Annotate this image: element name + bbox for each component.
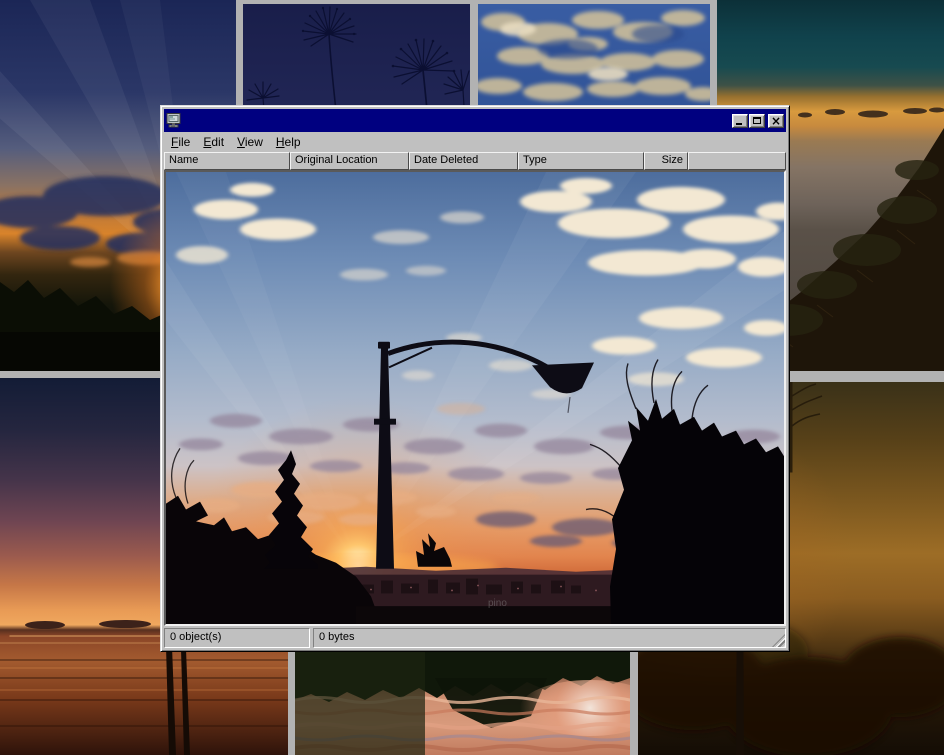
window-controls: × <box>732 114 784 128</box>
column-header-empty[interactable] <box>688 152 786 170</box>
close-button[interactable]: × <box>768 114 784 128</box>
column-headers: Name Original Location Date Deleted Type… <box>164 152 786 170</box>
minimize-button[interactable] <box>732 114 748 128</box>
status-object-count: 0 object(s) <box>164 628 310 648</box>
close-icon: × <box>771 116 781 126</box>
menu-bar: File Edit View Help <box>164 132 786 152</box>
maximize-button[interactable] <box>749 114 765 128</box>
menu-edit[interactable]: Edit <box>197 133 231 151</box>
sunset-photo: pino <box>166 172 784 624</box>
status-size: 0 bytes <box>319 631 354 643</box>
column-header-date-deleted[interactable]: Date Deleted <box>409 152 518 170</box>
computer-icon <box>166 113 182 129</box>
window-titlebar[interactable]: × <box>164 109 786 132</box>
maximize-icon <box>753 117 761 124</box>
minimize-icon <box>736 123 742 125</box>
photo-watermark: pino <box>488 598 507 609</box>
column-header-name[interactable]: Name <box>164 152 290 170</box>
file-list-area[interactable]: pino <box>164 170 786 626</box>
menu-help[interactable]: Help <box>270 133 308 151</box>
status-size-panel: 0 bytes <box>313 628 786 648</box>
status-bar: 0 object(s) 0 bytes <box>164 628 786 648</box>
column-header-size[interactable]: Size <box>644 152 688 170</box>
menu-view[interactable]: View <box>231 133 270 151</box>
column-header-type[interactable]: Type <box>518 152 644 170</box>
recycle-bin-window: × File Edit View Help Name Original Loca… <box>160 105 790 652</box>
column-header-original-location[interactable]: Original Location <box>290 152 409 170</box>
menu-file[interactable]: File <box>165 133 197 151</box>
